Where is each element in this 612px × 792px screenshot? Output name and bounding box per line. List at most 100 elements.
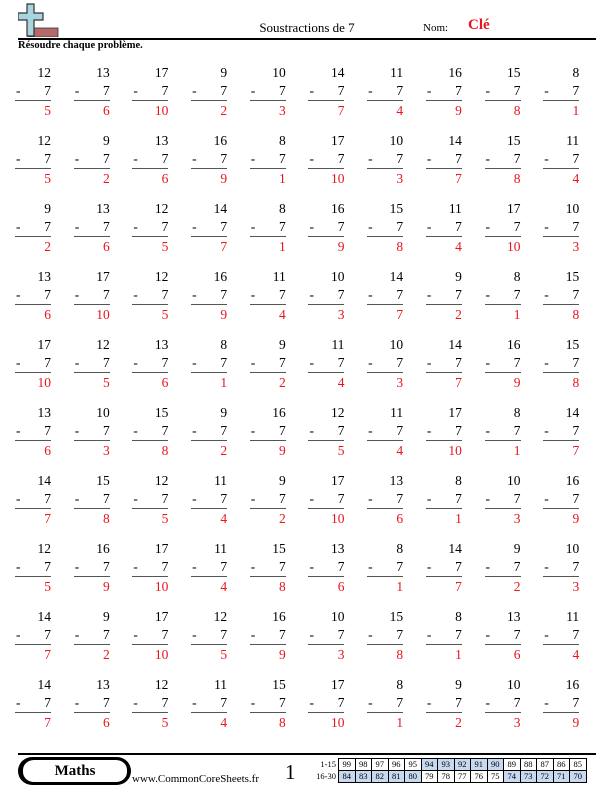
answer: 9 <box>220 307 228 322</box>
subtrahend: 7 <box>337 83 345 98</box>
subtraction-problem: 13-7 6 <box>73 64 110 132</box>
minuend: 10 <box>565 201 580 216</box>
answer: 5 <box>337 443 345 458</box>
minuend: 10 <box>389 133 404 148</box>
website-link[interactable]: www.CommonCoreSheets.fr <box>132 773 259 785</box>
minus-sign: - <box>544 219 549 234</box>
subtrahend: 7 <box>337 491 345 506</box>
minus-sign: - <box>192 287 197 302</box>
subtrahend: 7 <box>396 151 404 166</box>
subtrahend-line: -7 <box>543 82 580 101</box>
subtraction-problem: 12-7 5 <box>15 64 51 132</box>
subtraction-problem: 12-7 5 <box>132 268 169 336</box>
score-cell: 78 <box>437 770 455 783</box>
subtrahend-line: -7 <box>367 82 404 101</box>
subtraction-problem: 11-7 4 <box>191 472 228 540</box>
subtraction-problem: 14-7 7 <box>191 200 228 268</box>
subtrahend: 7 <box>220 423 228 438</box>
subtrahend: 7 <box>396 355 404 370</box>
subtrahend-line: -7 <box>367 558 404 577</box>
minuend: 12 <box>96 337 110 352</box>
subtrahend: 7 <box>337 423 345 438</box>
subtraction-problem: 15-7 8 <box>249 676 286 744</box>
subtraction-problem: 17-7 10 <box>73 268 110 336</box>
answer: 1 <box>220 375 228 390</box>
answer: 10 <box>507 239 521 254</box>
minus-sign: - <box>16 355 21 370</box>
score-row-label: 16-30 <box>316 771 336 781</box>
answer: 3 <box>572 239 580 254</box>
subtraction-problem: 16-7 9 <box>543 472 580 540</box>
answer: 4 <box>220 715 228 730</box>
minus-sign: - <box>368 559 373 574</box>
subtrahend: 7 <box>44 219 51 234</box>
subtrahend-line: -7 <box>367 218 404 237</box>
minuend: 14 <box>448 541 462 556</box>
subtrahend: 7 <box>102 355 110 370</box>
subtrahend: 7 <box>161 559 169 574</box>
subtrahend: 7 <box>220 559 228 574</box>
subtraction-problem: 14-7 7 <box>543 404 580 472</box>
subtraction-problem: 8-71 <box>367 676 404 744</box>
worksheet-header: Soustractions de 7 Nom: Clé <box>18 0 596 40</box>
subtrahend: 7 <box>572 559 580 574</box>
subtrahend: 7 <box>102 287 110 302</box>
answer: 1 <box>279 171 286 186</box>
subtrahend: 7 <box>44 491 51 506</box>
subtrahend-line: -7 <box>15 218 51 237</box>
subtrahend-line: -7 <box>367 694 404 713</box>
answer: 1 <box>513 307 521 322</box>
subtraction-problem: 10-7 3 <box>249 64 286 132</box>
subtraction-problem: 10-7 3 <box>308 268 345 336</box>
answer: 4 <box>455 239 462 254</box>
minuend: 9 <box>455 269 462 284</box>
minuend: 11 <box>214 541 228 556</box>
subtrahend: 7 <box>396 287 404 302</box>
subtraction-problem: 15-7 8 <box>484 64 521 132</box>
answer: 5 <box>161 307 169 322</box>
minuend: 16 <box>272 405 286 420</box>
minus-sign: - <box>544 559 549 574</box>
subtrahend-line: -7 <box>132 558 169 577</box>
score-row: 84 83 82 81 80 79 78 77 76 75 74 73 72 71 70 <box>338 770 587 783</box>
answer: 4 <box>572 171 580 186</box>
minus-sign: - <box>309 219 314 234</box>
minus-sign: - <box>309 695 314 710</box>
minuend: 10 <box>330 609 345 624</box>
subtrahend-line: -7 <box>191 82 228 101</box>
subtrahend-line: -7 <box>249 82 286 101</box>
subtrahend-line: -7 <box>425 694 462 713</box>
answer: 10 <box>37 375 52 390</box>
minuend: 9 <box>102 133 110 148</box>
answer: 7 <box>455 375 462 390</box>
subtrahend: 7 <box>102 559 110 574</box>
subtrahend-line: -7 <box>15 150 51 169</box>
subtrahend-line: -7 <box>132 422 169 441</box>
minuend: 8 <box>513 269 521 284</box>
minuend: 8 <box>455 609 462 624</box>
answer: 10 <box>330 511 345 526</box>
subtrahend-line: -7 <box>191 626 228 645</box>
minus-sign: - <box>192 491 197 506</box>
minus-sign: - <box>426 627 432 642</box>
answer: 6 <box>513 647 521 662</box>
subtrahend-line: -7 <box>484 626 521 645</box>
subtrahend-line: -7 <box>132 286 169 305</box>
minuend: 13 <box>389 473 404 488</box>
problems-grid: 12-7 5 13-7 6 17-7 10 9-7 2 10-7 3 14-7 7 11-7 4 16-7 9… <box>15 64 605 744</box>
minuend: 17 <box>96 269 110 284</box>
subtraction-problem: 16-7 9 <box>308 200 345 268</box>
score-cell: 99 <box>338 758 356 771</box>
subtrahend-line: -7 <box>425 150 462 169</box>
score-cell: 94 <box>420 758 438 771</box>
subtrahend: 7 <box>572 83 580 98</box>
answer: 5 <box>102 375 110 390</box>
score-cell: 91 <box>470 758 488 771</box>
minus-sign: - <box>485 627 491 642</box>
answer: 4 <box>279 307 286 322</box>
subtrahend: 7 <box>396 423 404 438</box>
minus-sign: - <box>426 151 432 166</box>
answer: 4 <box>337 375 345 390</box>
subtrahend-line: -7 <box>308 354 345 373</box>
subtrahend: 7 <box>279 287 286 302</box>
